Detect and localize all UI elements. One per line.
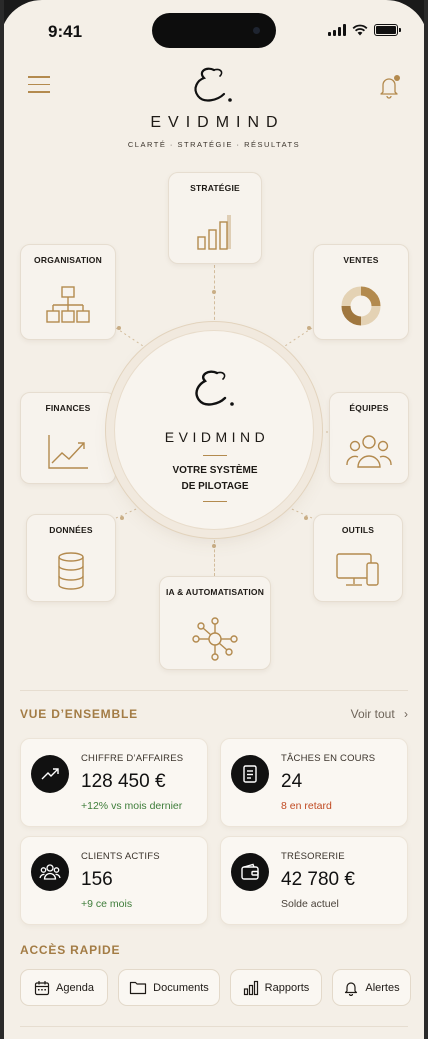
module-label: ÉQUIPES <box>349 403 389 413</box>
bar-chart-icon <box>243 980 258 995</box>
line-chart-icon <box>48 435 88 469</box>
hub-brand: EVIDMIND <box>164 429 270 445</box>
wallet-icon <box>231 853 269 891</box>
module-donnees[interactable]: DONNÉES <box>26 514 116 602</box>
database-icon <box>58 552 84 590</box>
stat-sub: 8 en retard <box>281 800 332 812</box>
status-bar: 9:41 <box>0 0 428 62</box>
menu-icon[interactable] <box>28 76 50 96</box>
module-label: STRATÉGIE <box>190 183 240 193</box>
stat-card-treasury[interactable]: TRÉSORERIE 42 780 € Solde actuel <box>220 836 408 925</box>
quick-agenda-button[interactable]: Agenda <box>20 969 108 1006</box>
stat-value: 128 450 € <box>81 771 166 792</box>
quick-label: Alertes <box>365 981 400 994</box>
quick-label: Rapports <box>264 981 310 994</box>
status-icons <box>328 24 401 36</box>
brand-name: EVIDMIND <box>150 114 285 131</box>
module-equipes[interactable]: ÉQUIPES <box>329 392 409 484</box>
module-label: DONNÉES <box>49 525 93 535</box>
evidmind-logo-mark <box>195 370 234 406</box>
org-chart-icon <box>46 286 90 323</box>
document-icon <box>231 755 269 793</box>
hub-center[interactable]: EVIDMIND VOTRE SYSTÈME DE PILOTAGE <box>114 330 314 530</box>
calendar-icon <box>34 980 50 995</box>
module-organisation[interactable]: ORGANISATION <box>20 244 116 340</box>
module-label: ORGANISATION <box>34 255 102 265</box>
stat-value: 24 <box>281 771 303 792</box>
module-ventes[interactable]: VENTES <box>313 244 409 340</box>
module-label: OUTILS <box>341 525 375 535</box>
wifi-icon <box>352 24 368 36</box>
stat-card-tasks[interactable]: TÂCHES EN COURS 24 8 en retard <box>220 738 408 827</box>
module-strategie[interactable]: STRATÉGIE <box>168 172 262 264</box>
see-all-link[interactable]: Voir tout › <box>351 707 408 721</box>
module-outils[interactable]: OUTILS <box>313 514 403 602</box>
evidmind-logo-mark <box>194 67 232 102</box>
network-icon <box>192 617 238 661</box>
stat-label: TÂCHES EN COURS <box>281 753 376 764</box>
phone-screen: 9:41 EVIDMIND CLARTÉ · STRATÉGIE · RÉSUL… <box>0 0 428 1039</box>
bell-icon[interactable] <box>376 74 402 100</box>
stat-card-clients[interactable]: CLIENTS ACTIFS 156 +9 ce mois <box>20 836 208 925</box>
donut-chart-icon <box>341 286 381 326</box>
chevron-right-icon: › <box>404 707 408 721</box>
overview-title: VUE D’ENSEMBLE <box>20 707 138 721</box>
module-label: VENTES <box>343 255 379 265</box>
stat-sub: +9 ce mois <box>81 898 133 910</box>
stat-label: CHIFFRE D’AFFAIRES <box>81 753 184 764</box>
hub-title: VOTRE SYSTÈME DE PILOTAGE <box>172 465 258 492</box>
battery-icon <box>374 24 401 36</box>
signal-icon <box>328 24 346 36</box>
trend-up-icon <box>31 755 69 793</box>
quick-alertes-button[interactable]: Alertes <box>332 969 411 1006</box>
stat-sub: +12% vs mois dernier <box>81 800 183 812</box>
pilotage-hub: STRATÉGIE ORGANISATION VENTES FINANCES É… <box>0 160 428 680</box>
stat-value: 42 780 € <box>281 869 355 890</box>
module-label: FINANCES <box>45 403 91 413</box>
quick-label: Documents <box>153 981 209 994</box>
notification-dot <box>394 75 400 81</box>
devices-icon <box>336 553 379 586</box>
stat-value: 156 <box>81 869 113 890</box>
bell-icon <box>345 981 358 996</box>
module-label: IA & AUTOMATISATION <box>165 587 265 597</box>
stat-sub: Solde actuel <box>281 898 339 910</box>
stat-label: CLIENTS ACTIFS <box>81 851 160 862</box>
users-icon <box>31 853 69 891</box>
module-finances[interactable]: FINANCES <box>20 392 116 484</box>
module-ia-automatisation[interactable]: IA & AUTOMATISATION <box>159 576 271 670</box>
dynamic-island <box>152 13 276 48</box>
folder-icon <box>130 981 147 995</box>
status-time: 9:41 <box>48 22 83 41</box>
bar-chart-icon <box>197 215 231 250</box>
stat-card-revenue[interactable]: CHIFFRE D’AFFAIRES 128 450 € +12% vs moi… <box>20 738 208 827</box>
team-icon <box>346 435 392 468</box>
quick-label: Agenda <box>56 981 94 994</box>
stat-label: TRÉSORERIE <box>281 851 345 862</box>
tagline: CLARTÉ · STRATÉGIE · RÉSULTATS <box>127 140 301 149</box>
quick-rapports-button[interactable]: Rapports <box>230 969 322 1006</box>
quick-access-title: ACCÈS RAPIDE <box>20 943 121 957</box>
quick-documents-button[interactable]: Documents <box>118 969 220 1006</box>
